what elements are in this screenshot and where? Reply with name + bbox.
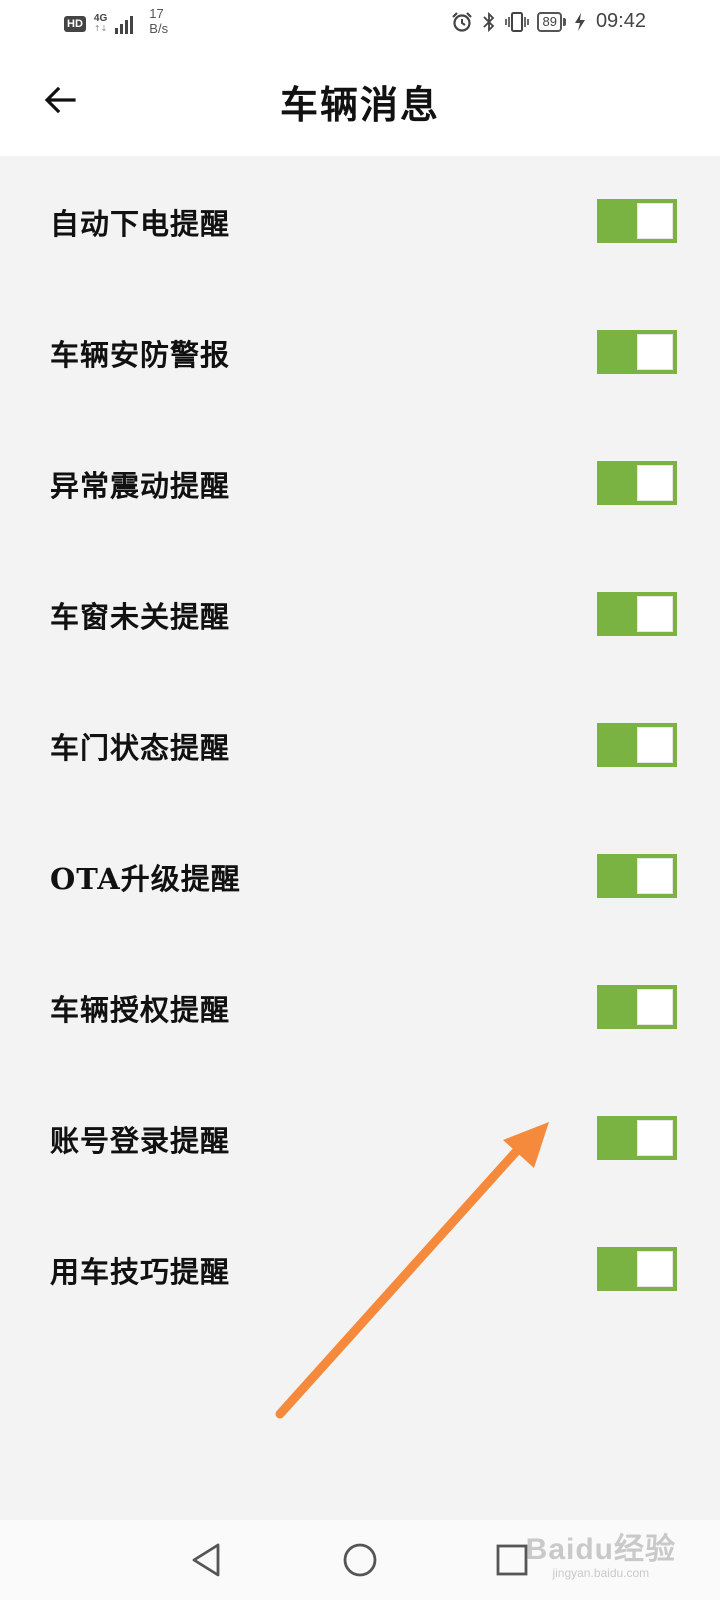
battery-indicator: 89 xyxy=(537,11,567,32)
setting-row-ota-upgrade: OTA升级提醒 xyxy=(0,811,720,942)
setting-row-driving-tips: 用车技巧提醒 xyxy=(0,1204,720,1335)
speed-value: 17 xyxy=(149,6,164,21)
speed-unit: B/s xyxy=(149,21,169,36)
bluetooth-icon xyxy=(483,11,495,32)
toggle-switch[interactable] xyxy=(597,723,677,767)
system-nav-bar: Baidu经验 jingyan.baidu.com xyxy=(0,1520,720,1600)
setting-label: 账号登录提醒 xyxy=(50,1123,231,1158)
charging-icon xyxy=(574,12,585,31)
vibrate-icon xyxy=(505,11,530,32)
nav-back-button[interactable] xyxy=(186,1538,230,1582)
setting-row-abnormal-vibration: 异常震动提醒 xyxy=(0,418,720,549)
clock: 09:42 xyxy=(595,10,646,32)
setting-row-account-login: 账号登录提醒 xyxy=(0,1073,720,1204)
alarm-icon xyxy=(452,11,473,32)
setting-row-vehicle-authorization: 车辆授权提醒 xyxy=(0,942,720,1073)
status-right: 89 09:42 xyxy=(451,10,646,33)
signal-icon xyxy=(115,14,134,34)
toggle-switch[interactable] xyxy=(597,854,677,898)
data-arrows-icon: ↑↓ xyxy=(93,24,108,33)
setting-label: 自动下电提醒 xyxy=(50,206,231,241)
toggle-switch[interactable] xyxy=(597,592,677,636)
nav-back-icon xyxy=(192,1543,220,1577)
toggle-switch[interactable] xyxy=(597,461,677,505)
setting-row-auto-power-off: 自动下电提醒 xyxy=(0,156,720,287)
setting-label: 异常震动提醒 xyxy=(50,468,231,503)
setting-row-window-open: 车窗未关提醒 xyxy=(0,549,720,680)
network-indicator: 4G ↑↓ xyxy=(94,14,107,34)
toggle-switch[interactable] xyxy=(597,199,677,243)
network-speed: 17 B/s xyxy=(149,6,168,36)
status-bar: HD 4G ↑↓ 17 B/s 89 09:42 xyxy=(0,0,720,52)
setting-label: 车窗未关提醒 xyxy=(50,599,231,634)
watermark-brand: Baidu经验 xyxy=(525,1533,676,1566)
page-title: 车辆消息 xyxy=(279,82,440,127)
setting-label: 车门状态提醒 xyxy=(50,730,231,765)
watermark-url: jingyan.baidu.com xyxy=(552,1566,650,1580)
setting-label: 车辆授权提醒 xyxy=(50,992,231,1027)
toggle-switch[interactable] xyxy=(597,330,677,374)
app-header: 车辆消息 xyxy=(0,52,720,156)
nav-home-button[interactable] xyxy=(338,1538,382,1582)
toggle-switch[interactable] xyxy=(597,1116,677,1160)
status-left: HD 4G ↑↓ 17 B/s xyxy=(64,6,168,36)
baidu-jingyan-watermark: Baidu经验 jingyan.baidu.com xyxy=(525,1533,676,1581)
toggle-switch[interactable] xyxy=(597,1247,677,1291)
network-type: 4G xyxy=(93,13,108,24)
nav-home-icon xyxy=(343,1543,377,1577)
setting-row-security-alarm: 车辆安防警报 xyxy=(0,287,720,418)
toggle-switch[interactable] xyxy=(597,985,677,1029)
setting-label: OTA升级提醒 xyxy=(50,861,241,896)
setting-row-door-status: 车门状态提醒 xyxy=(0,680,720,811)
hd-badge: HD xyxy=(64,16,86,32)
setting-label: 车辆安防警报 xyxy=(50,337,231,372)
setting-label: 用车技巧提醒 xyxy=(50,1254,231,1289)
